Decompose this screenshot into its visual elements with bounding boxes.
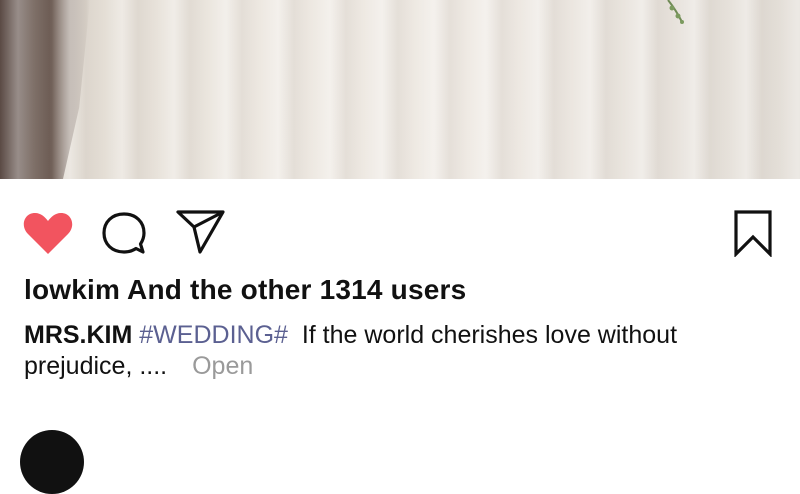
- caption-author[interactable]: MRS.KIM: [24, 321, 132, 349]
- caption-open-link[interactable]: Open: [192, 352, 253, 380]
- flower-sprig-icon: [667, 0, 684, 24]
- heart-filled-icon[interactable]: [22, 209, 74, 257]
- send-plane-icon[interactable]: [176, 209, 226, 255]
- post-caption: MRS.KIM #WEDDING# If the world cherishes…: [24, 320, 764, 382]
- avatar[interactable]: [20, 430, 84, 494]
- caption-hashtag[interactable]: #WEDDING#: [139, 321, 288, 349]
- post-photo[interactable]: [0, 0, 800, 179]
- bookmark-icon[interactable]: [732, 209, 774, 257]
- post-action-bar: [0, 179, 800, 275]
- likes-summary[interactable]: lowkim And the other 1314 users: [24, 274, 466, 306]
- comment-bubble-icon[interactable]: [100, 209, 148, 257]
